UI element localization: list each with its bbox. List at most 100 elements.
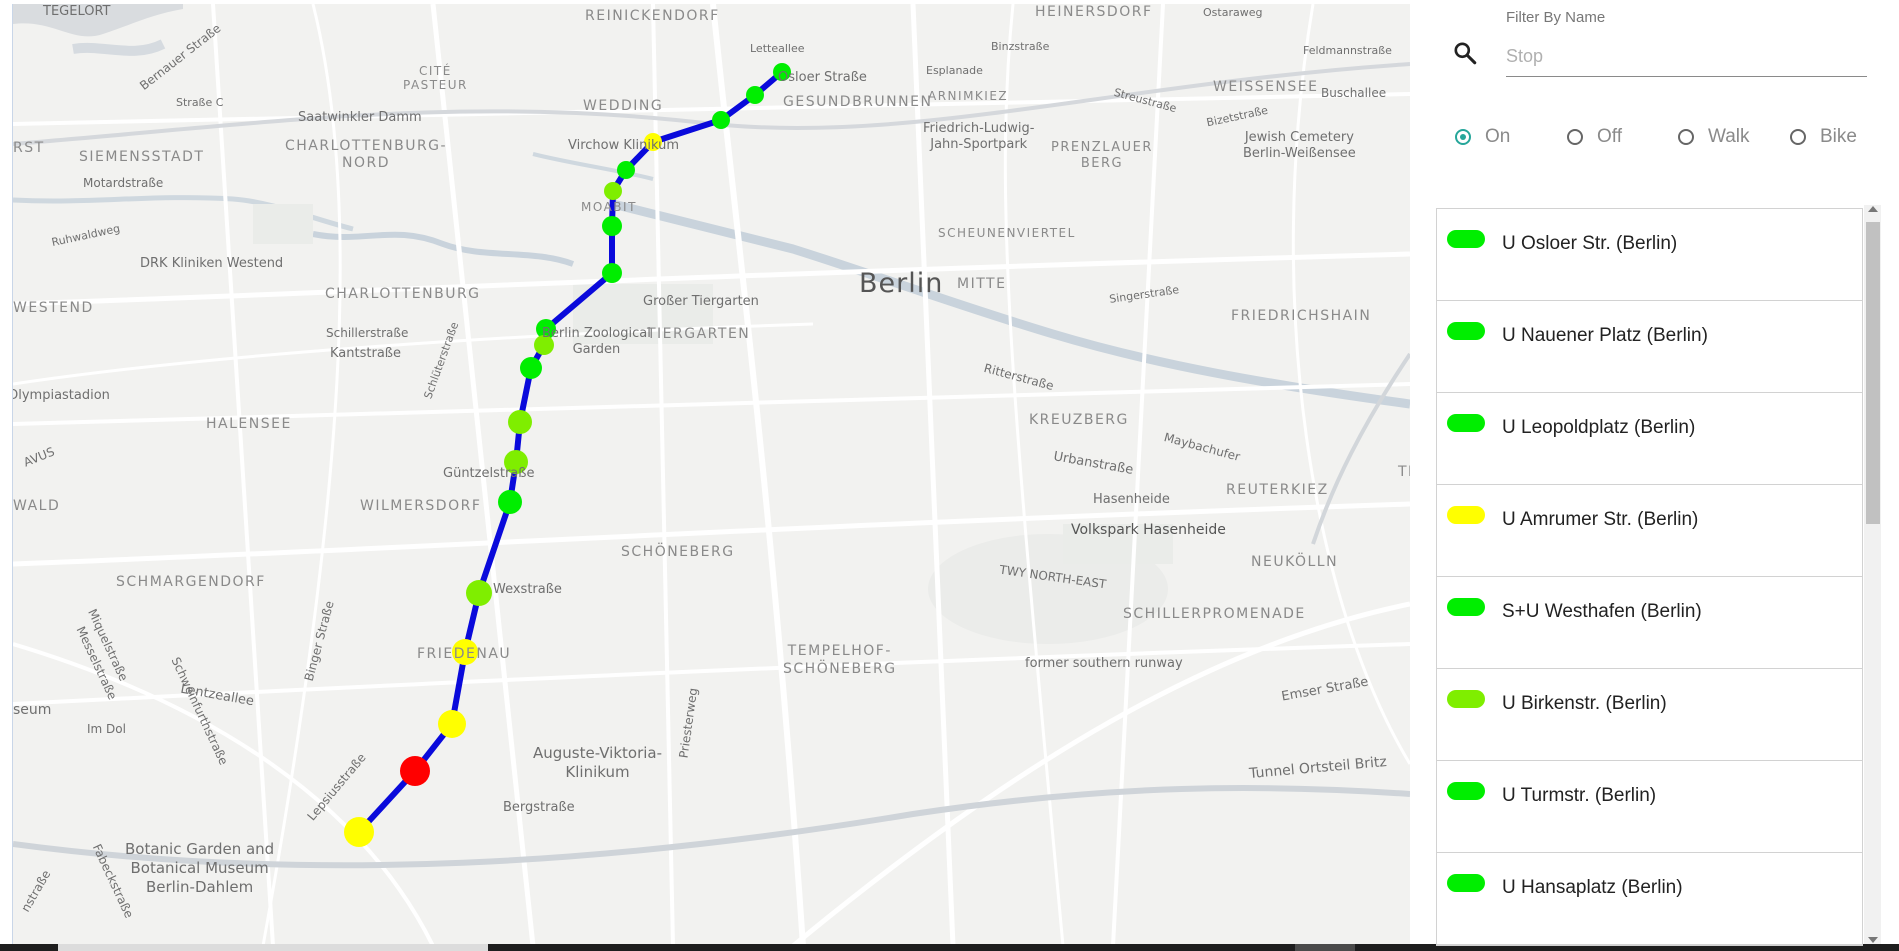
map-label: RST: [13, 140, 45, 156]
map-label: Binzstraße: [991, 40, 1050, 53]
map-stop-marker: [746, 86, 764, 104]
stop-name: U Amrumer Str. (Berlin): [1502, 509, 1699, 530]
stop-name: U Leopoldplatz (Berlin): [1502, 417, 1696, 438]
map-label: SIEMENSSTADT: [79, 149, 205, 165]
map-label: WEDDING: [583, 98, 664, 114]
map-label: MOABIT: [581, 200, 637, 214]
map-stop-marker: [602, 263, 622, 283]
map-label: Kantstraße: [330, 346, 401, 361]
map-label: Berlin Zoological Garden: [542, 326, 651, 357]
map-label: Wexstraße: [493, 582, 562, 597]
filter-input[interactable]: [1506, 36, 1867, 77]
radio-walk[interactable]: Walk: [1678, 126, 1750, 148]
map-label: FRIEDENAU: [417, 646, 512, 662]
map-label: Hasenheide: [1093, 492, 1170, 507]
radio-button[interactable]: [1678, 129, 1694, 145]
stop-status-pill: [1447, 598, 1485, 616]
route-line: [356, 69, 785, 835]
map-canvas: [13, 4, 1410, 946]
list-item[interactable]: U Hansaplatz (Berlin): [1437, 853, 1862, 945]
map-label: Feldmannstraße: [1303, 44, 1392, 57]
scroll-down-arrow-icon[interactable]: [1868, 937, 1878, 943]
map-label: Virchow Klinikum: [568, 138, 680, 153]
radio-label: On: [1485, 126, 1511, 147]
radio-bike[interactable]: Bike: [1790, 126, 1857, 148]
search-icon[interactable]: [1452, 40, 1478, 66]
map-label: HEINERSDORF: [1035, 4, 1153, 20]
map-stop-marker: [508, 410, 532, 434]
map-label: TEGELORT: [43, 4, 111, 19]
stop-status-pill: [1447, 322, 1485, 340]
stop-status-pill: [1447, 230, 1485, 248]
map-label: CHARLOTTENBURG- NORD: [285, 138, 448, 171]
stop-status-pill: [1447, 782, 1485, 800]
map-label: Großer Tiergarten: [643, 294, 759, 309]
map-stop-marker: [466, 580, 492, 606]
map-stop-marker: [712, 111, 730, 129]
map-label: WALD: [13, 498, 61, 514]
list-item[interactable]: U Amrumer Str. (Berlin): [1437, 485, 1862, 577]
map-label: Im Dol: [87, 722, 126, 736]
map-label: GESUNDBRUNNEN: [783, 94, 933, 110]
map-stop-marker: [498, 490, 522, 514]
stop-status-pill: [1447, 874, 1485, 892]
map-label: WESTEND: [13, 300, 94, 316]
stop-status-pill: [1447, 690, 1485, 708]
radio-button[interactable]: [1790, 129, 1806, 145]
list-item[interactable]: U Turmstr. (Berlin): [1437, 761, 1862, 853]
scroll-up-arrow-icon[interactable]: [1868, 206, 1878, 212]
map-label: seum: [13, 702, 52, 718]
list-item[interactable]: S+U Westhafen (Berlin): [1437, 577, 1862, 669]
scrollbar-thumb[interactable]: [1866, 222, 1880, 524]
map-label: Straße C: [176, 96, 224, 109]
map-label: TIERGARTEN: [647, 326, 751, 342]
stop-name: U Nauener Platz (Berlin): [1502, 325, 1708, 346]
map-label: WEISSENSEE: [1213, 79, 1319, 95]
map-label: Saatwinkler Damm: [298, 110, 422, 125]
stop-name: U Turmstr. (Berlin): [1502, 785, 1657, 806]
map-label: Volkspark Hasenheide: [1071, 522, 1226, 538]
map-label: TEMPELHOF- SCHÖNEBERG: [783, 643, 897, 677]
map-label: SCHÖNEBERG: [621, 544, 735, 560]
radio-label: Off: [1597, 126, 1622, 147]
map-label: WILMERSDORF: [360, 498, 482, 514]
list-item[interactable]: U Leopoldplatz (Berlin): [1437, 393, 1862, 485]
map-label: REUTERKIEZ: [1226, 482, 1329, 498]
map-label: Esplanade: [926, 64, 983, 77]
map-stop-marker: [344, 817, 374, 847]
list-item[interactable]: U Nauener Platz (Berlin): [1437, 301, 1862, 393]
list-item[interactable]: U Osloer Str. (Berlin): [1437, 209, 1862, 301]
map-label: former southern runway: [1025, 656, 1183, 671]
map-label: REINICKENDORF: [585, 8, 720, 24]
map-label: HALENSEE: [206, 416, 292, 432]
map-stop-marker: [604, 182, 622, 200]
map-label: Jewish Cemetery Berlin-Weißensee: [1243, 130, 1356, 161]
map-label: PRENZLAUER BERG: [1051, 140, 1153, 171]
map-label: SCHEUNENVIERTEL: [938, 226, 1076, 240]
radio-on[interactable]: On: [1455, 126, 1510, 148]
map-stop-marker: [438, 710, 466, 738]
filter-label: Filter By Name: [1506, 9, 1606, 26]
map-stop-marker: [602, 216, 622, 236]
map-label: MITTE: [957, 276, 1007, 292]
map-label: Schillerstraße: [326, 326, 409, 340]
map-label: CHARLOTTENBURG: [325, 286, 481, 302]
map-label: Friedrich-Ludwig- Jahn-Sportpark: [923, 121, 1035, 152]
list-item[interactable]: U Birkenstr. (Berlin): [1437, 669, 1862, 761]
map-label: Letteallee: [750, 42, 805, 55]
radio-off[interactable]: Off: [1567, 126, 1622, 148]
map-label: SCHILLERPROMENADE: [1123, 606, 1306, 622]
stop-name: U Hansaplatz (Berlin): [1502, 877, 1683, 898]
map-view[interactable]: TEGELORT REINICKENDORF HEINERSDORF Ostar…: [12, 4, 1411, 946]
map-label-city: Berlin: [859, 268, 944, 299]
radio-button[interactable]: [1455, 129, 1471, 145]
map-stop-marker: [400, 756, 430, 786]
stop-name: U Birkenstr. (Berlin): [1502, 693, 1667, 714]
map-label: Botanic Garden and Botanical Museum Berl…: [125, 840, 275, 896]
stop-list[interactable]: U Osloer Str. (Berlin) U Nauener Platz (…: [1436, 208, 1863, 946]
map-label: Bergstraße: [503, 800, 575, 815]
map-label: DRK Kliniken Westend: [140, 256, 284, 271]
map-label: Olympiastadion: [12, 388, 110, 403]
map-label: Motardstraße: [83, 176, 164, 190]
radio-button[interactable]: [1567, 129, 1583, 145]
